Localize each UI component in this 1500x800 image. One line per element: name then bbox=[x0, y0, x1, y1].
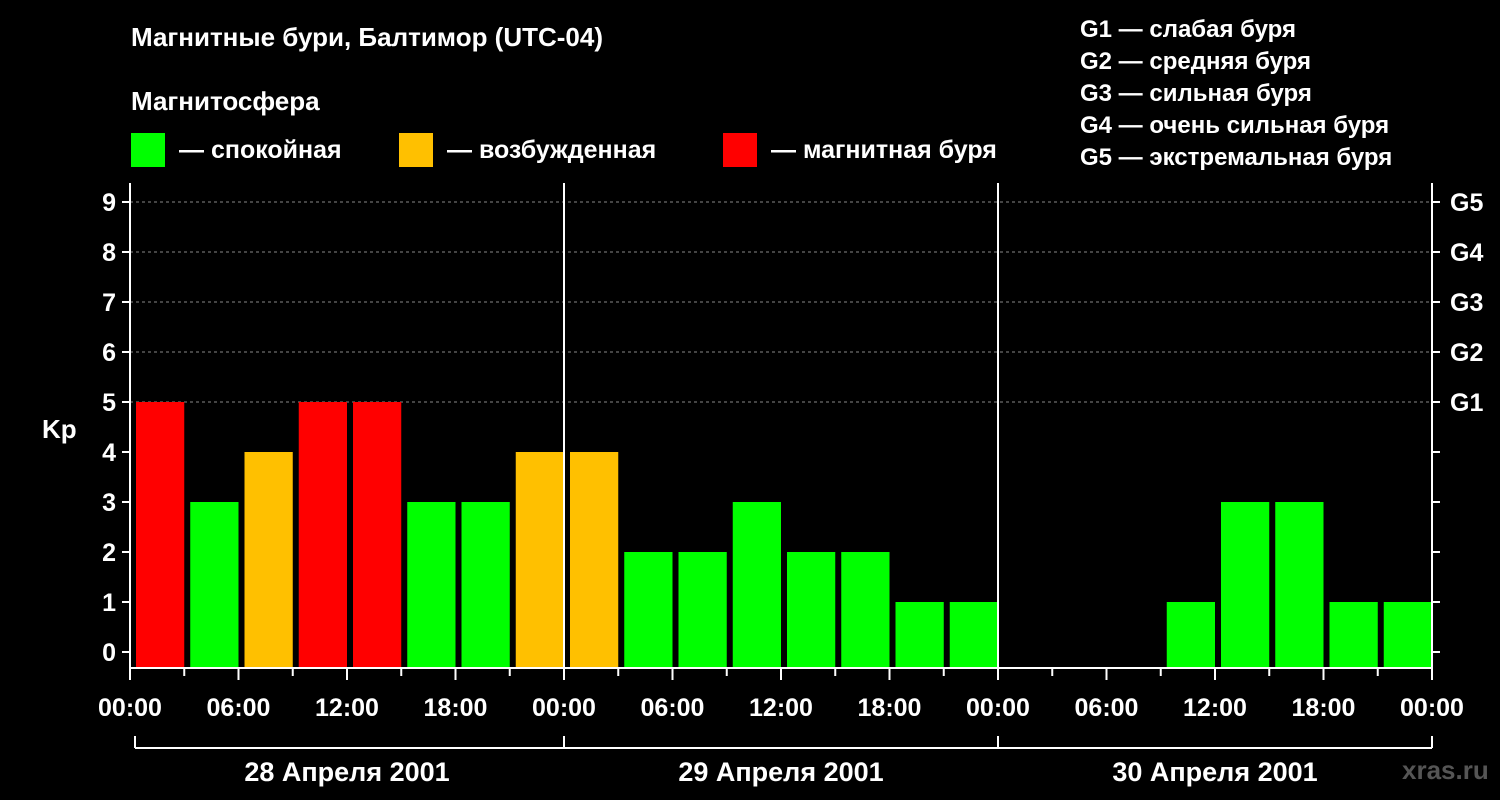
y-tick-label: 7 bbox=[102, 289, 116, 317]
x-tick-label: 06:00 bbox=[641, 694, 705, 722]
kp-bar bbox=[1221, 502, 1270, 668]
kp-bar bbox=[1166, 602, 1215, 668]
x-tick-label: 00:00 bbox=[532, 694, 596, 722]
kp-bar bbox=[353, 402, 402, 668]
kp-bar bbox=[190, 502, 239, 668]
kp-bar bbox=[949, 602, 998, 668]
y-tick-label: 3 bbox=[102, 489, 116, 517]
kp-bar bbox=[136, 402, 185, 668]
y-tick-label: 1 bbox=[102, 589, 116, 617]
day-label: 28 Апреля 2001 bbox=[244, 757, 449, 787]
kp-bar bbox=[841, 552, 890, 668]
kp-bar bbox=[407, 502, 456, 668]
x-tick-label: 12:00 bbox=[749, 694, 813, 722]
x-tick-label: 00:00 bbox=[1400, 694, 1464, 722]
y-tick-label: 2 bbox=[102, 539, 116, 567]
kp-bar bbox=[1275, 502, 1324, 668]
kp-bar bbox=[515, 452, 564, 668]
g-level-label: G5 bbox=[1450, 189, 1483, 217]
x-tick-label: 00:00 bbox=[966, 694, 1030, 722]
x-tick-label: 18:00 bbox=[858, 694, 922, 722]
kp-bar bbox=[624, 552, 673, 668]
kp-bar bbox=[895, 602, 944, 668]
x-tick-label: 06:00 bbox=[1075, 694, 1139, 722]
y-tick-label: 6 bbox=[102, 339, 116, 367]
kp-bar bbox=[570, 452, 619, 668]
y-tick-label: 4 bbox=[102, 439, 116, 467]
y-axis-label: Kp bbox=[42, 414, 77, 444]
kp-bar bbox=[1383, 602, 1432, 668]
g-level-label: G4 bbox=[1450, 239, 1483, 267]
x-tick-label: 18:00 bbox=[1292, 694, 1356, 722]
x-tick-label: 00:00 bbox=[98, 694, 162, 722]
y-tick-label: 5 bbox=[102, 389, 116, 417]
g-level-label: G3 bbox=[1450, 289, 1483, 317]
watermark: xras.ru bbox=[1402, 755, 1489, 785]
kp-bar bbox=[678, 552, 727, 668]
g-level-label: G1 bbox=[1450, 389, 1483, 417]
kp-bar bbox=[732, 502, 781, 668]
kp-chart: 0 1 2 3 4 5 6 7 8 9 G1 G2 G3 G4 G5 Kp 00:00 06:00 12:00 18:… bbox=[42, 183, 1483, 787]
y-tick-label: 9 bbox=[102, 189, 116, 217]
kp-bar bbox=[298, 402, 347, 668]
y-tick-label: 0 bbox=[102, 639, 116, 667]
kp-bar bbox=[244, 452, 293, 668]
g-level-label: G2 bbox=[1450, 339, 1483, 367]
y-tick-label: 8 bbox=[102, 239, 116, 267]
x-tick-label: 12:00 bbox=[315, 694, 379, 722]
x-tick-label: 06:00 bbox=[207, 694, 271, 722]
x-tick-label: 18:00 bbox=[424, 694, 488, 722]
day-label: 30 Апреля 2001 bbox=[1112, 757, 1317, 787]
x-tick-label: 12:00 bbox=[1183, 694, 1247, 722]
kp-bar bbox=[461, 502, 510, 668]
day-label: 29 Апреля 2001 bbox=[678, 757, 883, 787]
kp-bar bbox=[1329, 602, 1378, 668]
kp-bar bbox=[787, 552, 836, 668]
